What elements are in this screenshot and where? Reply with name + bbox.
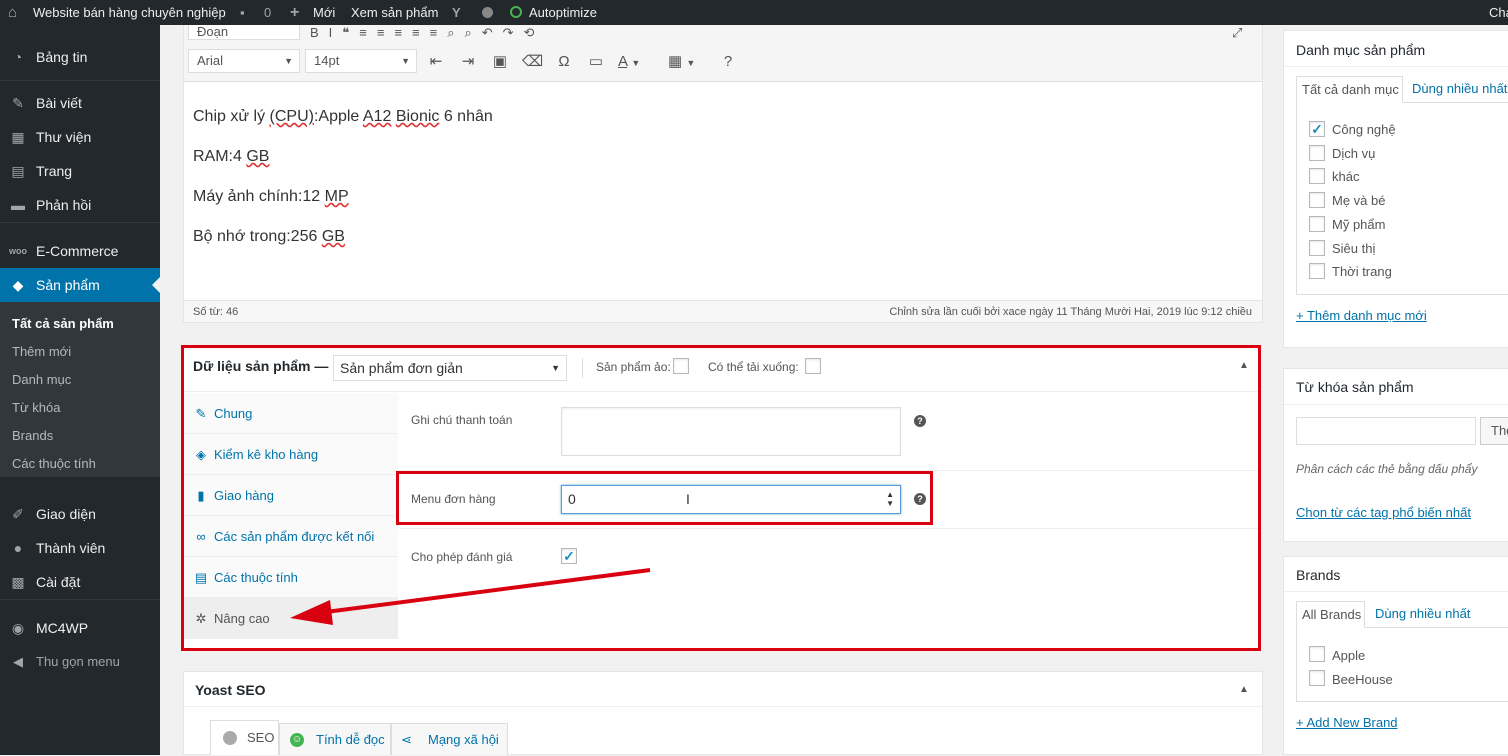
brand-label: BeeHouse bbox=[1332, 672, 1393, 687]
category-label: Siêu thị bbox=[1332, 241, 1376, 256]
divider bbox=[1284, 66, 1508, 67]
category-label: khác bbox=[1332, 169, 1360, 184]
annotation-arrow bbox=[290, 568, 651, 625]
category-checkbox[interactable] bbox=[1309, 263, 1325, 279]
choose-tags-link[interactable]: Chọn từ các tag phổ biến nhất bbox=[1296, 505, 1471, 520]
yoast-tab-seo[interactable]: SEO bbox=[210, 720, 279, 755]
category-checkbox[interactable] bbox=[1309, 216, 1325, 232]
arrow-line bbox=[317, 568, 651, 615]
tab-all-brands[interactable]: All Brands bbox=[1296, 601, 1365, 628]
brands-list bbox=[1296, 627, 1508, 702]
brands-title: Brands bbox=[1296, 567, 1341, 583]
divider bbox=[1284, 404, 1508, 405]
share-icon: ⋖ bbox=[401, 732, 412, 747]
add-tag-button[interactable]: The bbox=[1480, 417, 1508, 445]
tab-popular-categories[interactable]: Dùng nhiều nhất bbox=[1412, 81, 1507, 96]
brand-checkbox[interactable] bbox=[1309, 646, 1325, 662]
category-checkbox[interactable] bbox=[1309, 240, 1325, 256]
tab-label: Mạng xã hội bbox=[428, 732, 499, 747]
tab-popular-brands[interactable]: Dùng nhiều nhất bbox=[1375, 606, 1470, 621]
yoast-tab-readability[interactable]: ☺ Tính dễ đọc bbox=[279, 723, 391, 755]
tab-label: Tính dễ đọc bbox=[316, 732, 385, 747]
categories-list bbox=[1296, 102, 1508, 295]
tags-title: Từ khóa sản phẩm bbox=[1296, 379, 1414, 395]
category-checkbox[interactable]: ✓ bbox=[1309, 121, 1325, 137]
add-category-link[interactable]: + Thêm danh mục mới bbox=[1296, 308, 1427, 323]
divider bbox=[1284, 591, 1508, 592]
tags-hint: Phân cách các thẻ bằng dấu phẩy bbox=[1296, 462, 1478, 476]
category-label: Mẹ và bé bbox=[1332, 193, 1386, 208]
arrow-head bbox=[290, 600, 333, 625]
category-label: Thời trang bbox=[1332, 264, 1392, 279]
tag-input[interactable] bbox=[1296, 417, 1476, 445]
yoast-title: Yoast SEO bbox=[195, 682, 266, 698]
tab-label: SEO bbox=[247, 730, 275, 745]
category-checkbox[interactable] bbox=[1309, 145, 1325, 161]
yoast-tab-social[interactable]: ⋖ Mạng xã hội bbox=[391, 723, 508, 755]
category-checkbox[interactable] bbox=[1309, 192, 1325, 208]
tab-all-categories[interactable]: Tất cả danh mục bbox=[1296, 76, 1403, 103]
category-label: Công nghệ bbox=[1332, 122, 1396, 137]
smiley-icon: ☺ bbox=[290, 733, 304, 747]
add-brand-link[interactable]: + Add New Brand bbox=[1296, 715, 1398, 730]
category-label: Mỹ phẩm bbox=[1332, 217, 1386, 232]
categories-title: Danh mục sản phẩm bbox=[1296, 42, 1426, 58]
seo-score-icon bbox=[223, 731, 237, 745]
category-checkbox[interactable] bbox=[1309, 168, 1325, 184]
divider bbox=[184, 706, 1262, 707]
category-label: Dịch vụ bbox=[1332, 146, 1376, 161]
brand-label: Apple bbox=[1332, 648, 1366, 663]
collapse-arrow-icon[interactable]: ▲ bbox=[1239, 684, 1249, 695]
brand-checkbox[interactable] bbox=[1309, 670, 1325, 686]
